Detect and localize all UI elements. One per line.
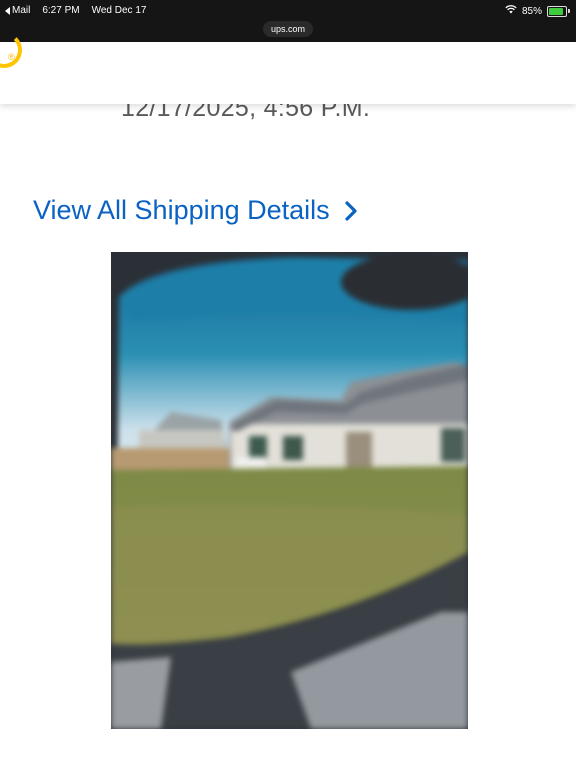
logo-registered-mark: ®: [8, 52, 15, 62]
site-header: ®: [0, 32, 576, 104]
back-app-label: Mail: [12, 5, 31, 16]
back-arrow-icon: [5, 6, 10, 15]
back-to-mail[interactable]: Mail: [5, 5, 30, 16]
wifi-icon: [505, 5, 517, 17]
chevron-right-icon: [344, 200, 358, 222]
battery-tip: [568, 9, 570, 13]
status-bar: Mail 6:27 PM Wed Dec 17 85% ups.com: [0, 0, 576, 42]
view-details-label: View All Shipping Details: [33, 195, 330, 225]
status-time: 6:27 PM: [42, 5, 80, 16]
status-bar-right: 85%: [505, 5, 570, 17]
view-all-shipping-details-link[interactable]: View All Shipping Details: [33, 195, 358, 226]
status-bar-left: Mail 6:27 PM Wed Dec 17: [5, 5, 146, 16]
battery-percent: 85%: [521, 5, 542, 17]
url-bar[interactable]: ups.com: [262, 21, 314, 37]
delivery-photo[interactable]: [111, 252, 468, 729]
battery-icon: [547, 5, 567, 17]
status-date: Wed Dec 17: [91, 5, 147, 16]
